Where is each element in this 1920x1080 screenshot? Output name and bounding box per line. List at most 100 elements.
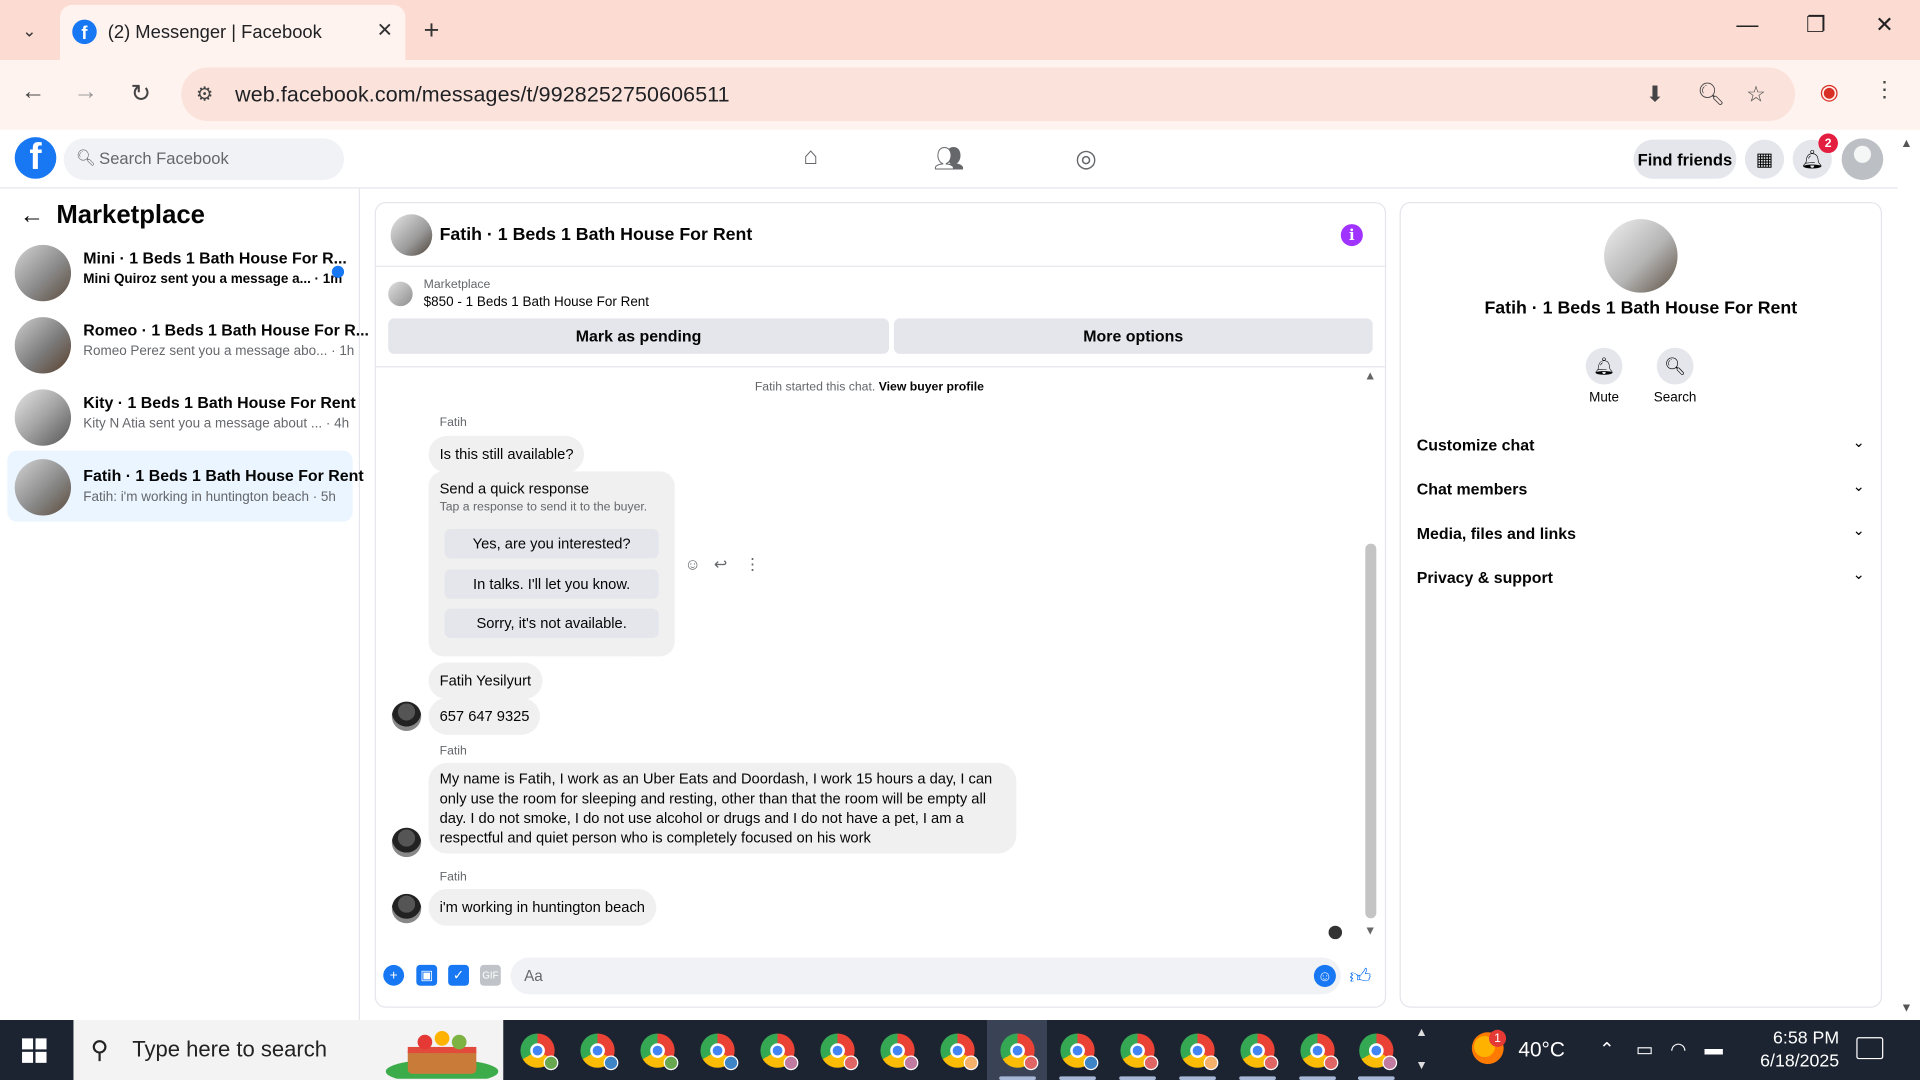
message-bubble[interactable]: 657 647 9325 [428,697,541,735]
chat-members-section[interactable]: Chat members ⌄ [1417,470,1870,507]
chrome-taskbar-icon[interactable] [520,1033,559,1071]
home-icon[interactable]: ⌂ [792,143,829,171]
message-bubble-long[interactable]: My name is Fatih, I work as an Uber Eats… [428,762,1017,854]
conversation-item[interactable]: Mini · 1 Beds 1 Bath House For R... Mini… [7,238,352,309]
sticker-icon[interactable]: ✓ [448,964,469,986]
plus-icon[interactable]: + [383,964,405,986]
windows-start-icon[interactable] [22,1038,47,1063]
chat-avatar[interactable] [390,214,433,256]
quick-reply-button[interactable]: Sorry, it's not available. [444,608,659,638]
chrome-taskbar-icon[interactable] [1300,1033,1339,1071]
chrome-taskbar-icon[interactable] [1060,1033,1099,1071]
more-actions-icon[interactable]: ⋮ [744,555,760,575]
forward-arrow-icon[interactable]: → [69,78,103,106]
menu-grid-icon[interactable]: ▦ [1744,139,1785,179]
chrome-taskbar-icon[interactable] [1359,1033,1398,1071]
tab-search-chevron-icon[interactable]: ⌄ [12,15,46,47]
chrome-taskbar-icon[interactable] [820,1033,859,1071]
photo-icon[interactable]: ▣ [416,964,438,986]
new-tab-plus-icon[interactable]: + [424,15,440,47]
reply-icon[interactable]: ↩ [714,555,727,575]
conversation-item[interactable]: Kity · 1 Beds 1 Bath House For Rent Kity… [7,382,356,453]
emoji-icon[interactable]: ☺ [1313,964,1336,987]
taskbar-search-box[interactable]: ⚲ Type here to search [73,1020,504,1080]
bookmark-star-icon[interactable]: ☆ [1746,82,1766,108]
quick-response-title: Send a quick response [439,480,590,498]
zoom-icon[interactable]: 🔍︎ [1697,82,1725,108]
system-clock[interactable]: 6:58 PM 6/18/2025 [1727,1027,1839,1074]
friends-icon[interactable]: 👥︎ [931,143,968,174]
address-bar[interactable]: ⚙ web.facebook.com/messages/t/9928252750… [181,67,1796,122]
close-window-icon[interactable]: ✕ [1866,12,1903,38]
url-text[interactable]: web.facebook.com/messages/t/992825275060… [235,82,730,108]
conversation-item[interactable]: Romeo · 1 Beds 1 Bath House For R... Rom… [7,310,369,381]
details-avatar[interactable] [1604,219,1678,293]
chrome-taskbar-icon-active[interactable] [1000,1033,1039,1071]
message-bubble[interactable]: Fatih Yesilyurt [428,662,543,700]
taskbar-scroll-down-icon[interactable]: ▼ [1416,1059,1428,1072]
back-arrow-icon[interactable]: ← [16,78,50,106]
browser-tab-messenger[interactable]: f (2) Messenger | Facebook ✕ [60,4,406,61]
quick-reply-button[interactable]: In talks. I'll let you know. [444,569,659,599]
chrome-taskbar-icon[interactable] [760,1033,799,1071]
search-conversation-button[interactable]: 🔍︎ Search [1638,347,1711,405]
chrome-taskbar-icon[interactable] [1120,1033,1159,1071]
chat-scrollbar-thumb[interactable] [1365,543,1377,919]
chat-title[interactable]: Fatih · 1 Beds 1 Bath House For Rent [440,225,753,245]
wifi-icon[interactable]: ◠ [1670,1038,1686,1061]
weather-temperature[interactable]: 40°C [1518,1038,1565,1062]
view-buyer-profile-link[interactable]: View buyer profile [879,381,984,394]
message-bubble[interactable]: Is this still available? [428,435,585,473]
seen-indicator-avatar [1328,925,1343,940]
mute-button[interactable]: 🔔︎ Mute [1567,347,1640,405]
install-app-icon[interactable]: ⬇ [1646,82,1664,108]
groups-icon[interactable]: ◎ [1068,143,1105,174]
minimize-icon[interactable]: — [1729,12,1766,38]
gif-icon[interactable]: GIF [480,964,501,986]
sender-avatar[interactable] [391,893,422,924]
profile-icon[interactable]: ◉ [1820,80,1839,106]
meet-now-icon[interactable]: ▭ [1636,1038,1653,1061]
facebook-search-input[interactable]: 🔍︎ Search Facebook [63,138,345,181]
sender-avatar[interactable] [391,827,422,858]
react-emoji-icon[interactable]: ☺ [684,555,700,573]
chrome-taskbar-icon[interactable] [1240,1033,1279,1071]
page-scroll-down-arrow[interactable]: ▼ [1900,1002,1912,1015]
reload-icon[interactable]: ↻ [124,78,158,109]
conversation-item-active[interactable]: Fatih · 1 Beds 1 Bath House For Rent Fat… [7,450,364,522]
back-arrow-icon[interactable]: ← [20,202,44,230]
thumbs-up-icon[interactable]: 👍︎ [1349,964,1371,990]
chrome-taskbar-icon[interactable] [1180,1033,1219,1071]
notification-center-icon[interactable] [1856,1037,1884,1060]
listing-title[interactable]: $850 - 1 Beds 1 Bath House For Rent [424,295,649,310]
battery-icon[interactable]: ▬ [1704,1038,1722,1059]
show-hidden-icons-chevron-icon[interactable]: ⌃ [1599,1038,1614,1061]
mark-as-pending-button[interactable]: Mark as pending [388,318,889,354]
page-scroll-up-arrow[interactable]: ▲ [1900,137,1912,150]
chrome-taskbar-icon[interactable] [580,1033,619,1071]
find-friends-button[interactable]: Find friends [1633,139,1737,179]
restore-icon[interactable]: ❐ [1798,12,1835,38]
message-input[interactable]: Aa ☺ [510,957,1341,995]
account-avatar[interactable] [1841,138,1884,181]
browser-menu-icon[interactable]: ⋮ [1873,77,1895,103]
chrome-taskbar-icon[interactable] [700,1033,739,1071]
media-files-links-section[interactable]: Media, files and links ⌄ [1417,514,1870,551]
quick-reply-button[interactable]: Yes, are you interested? [444,528,659,559]
chrome-taskbar-icon[interactable] [940,1033,979,1071]
chat-scroll-down-arrow[interactable]: ▼ [1364,924,1376,937]
customize-chat-section[interactable]: Customize chat ⌄ [1417,426,1870,463]
privacy-support-section[interactable]: Privacy & support ⌄ [1417,558,1870,595]
info-icon[interactable]: i [1340,224,1363,247]
taskbar-scroll-up-icon[interactable]: ▲ [1416,1026,1428,1039]
more-options-button[interactable]: More options [893,318,1373,354]
chat-scroll-up-arrow[interactable]: ▲ [1364,370,1376,383]
chrome-taskbar-icon[interactable] [880,1033,919,1071]
facebook-logo-icon[interactable]: f [14,137,57,179]
tab-close-icon[interactable]: ✕ [377,18,393,42]
message-bubble[interactable]: i'm working in huntington beach [428,888,657,926]
chrome-taskbar-icon[interactable] [640,1033,679,1071]
site-info-icon[interactable]: ⚙ [196,82,214,106]
sender-avatar[interactable] [391,701,422,732]
tab-title: (2) Messenger | Facebook [107,22,322,43]
